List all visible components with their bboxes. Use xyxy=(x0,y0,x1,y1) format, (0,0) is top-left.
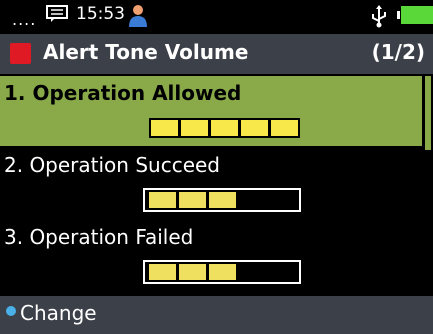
volume-segment xyxy=(151,120,178,136)
list-item-operation-failed[interactable]: 3. Operation Failed xyxy=(0,220,422,290)
volume-segment xyxy=(271,120,298,136)
phone-screen: .... 15:53 Alert Tone Volume (1/2) 1. Op… xyxy=(0,0,433,334)
scrollbar-thumb[interactable] xyxy=(425,76,431,150)
softkey-bar: Change xyxy=(0,296,433,334)
settings-list: 1. Operation Allowed 2. Operation Succee… xyxy=(0,76,422,290)
volume-bar[interactable] xyxy=(143,188,301,212)
signal-indicator: .... xyxy=(12,10,37,29)
list-item-operation-succeed[interactable]: 2. Operation Succeed xyxy=(0,148,422,218)
change-softkey[interactable]: Change xyxy=(20,301,97,325)
volume-segment xyxy=(179,264,206,280)
message-icon xyxy=(46,5,68,22)
battery-icon xyxy=(397,6,433,24)
item-label: 2. Operation Succeed xyxy=(4,153,220,177)
list-item-operation-allowed[interactable]: 1. Operation Allowed xyxy=(0,76,422,146)
menu-square-icon xyxy=(10,43,31,64)
volume-segment xyxy=(181,120,208,136)
volume-bar[interactable] xyxy=(143,260,301,284)
volume-segment xyxy=(179,192,206,208)
usb-icon xyxy=(372,5,386,28)
item-label: 1. Operation Allowed xyxy=(4,81,242,105)
volume-segment xyxy=(209,192,236,208)
volume-segment xyxy=(241,120,268,136)
volume-segment xyxy=(149,192,176,208)
status-clock: 15:53 xyxy=(76,4,125,24)
status-bar: .... 15:53 xyxy=(0,0,433,34)
volume-segment xyxy=(211,120,238,136)
volume-segment xyxy=(149,264,176,280)
page-indicator: (1/2) xyxy=(371,40,425,64)
item-label: 3. Operation Failed xyxy=(4,225,194,249)
page-title: Alert Tone Volume xyxy=(43,40,249,64)
user-icon xyxy=(129,5,147,27)
bullet-icon xyxy=(6,306,16,316)
volume-segment xyxy=(209,264,236,280)
title-bar: Alert Tone Volume (1/2) xyxy=(0,34,433,74)
volume-bar[interactable] xyxy=(143,116,301,140)
